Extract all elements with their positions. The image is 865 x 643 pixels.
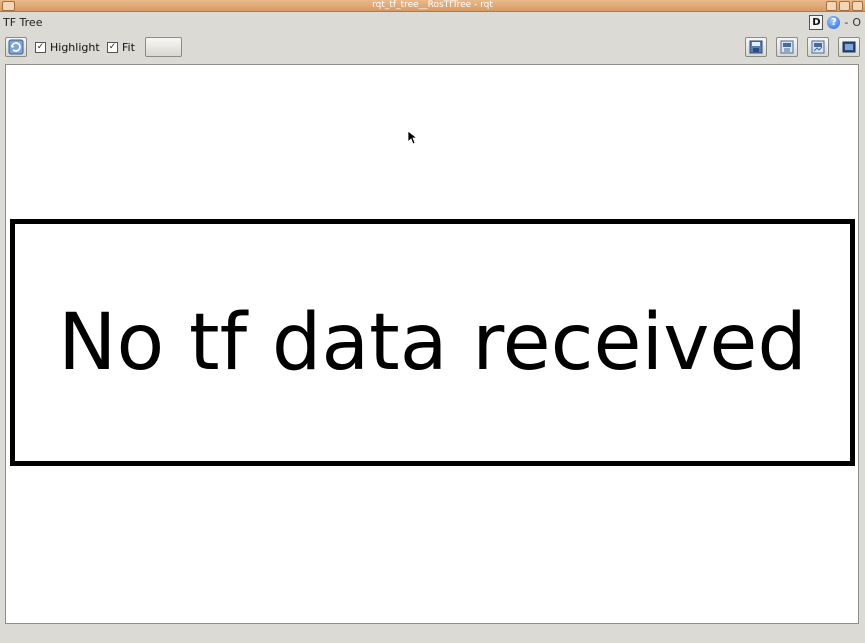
maximize-button[interactable] — [839, 1, 850, 11]
save-icon — [749, 40, 763, 54]
fit-label: Fit — [122, 41, 135, 54]
save-as-icon — [780, 40, 794, 54]
plugin-header: TF Tree D ? - O — [0, 12, 865, 34]
plugin-title: TF Tree — [3, 16, 43, 29]
window-titlebar: rqt_tf_tree__RosTfTree - rqt — [0, 0, 865, 12]
mouse-cursor-icon — [408, 131, 418, 145]
close-button[interactable] — [852, 1, 863, 11]
save-image-icon — [811, 40, 825, 54]
fit-view-icon — [842, 41, 856, 53]
window-menu-button[interactable] — [2, 1, 15, 11]
empty-toolbar-button[interactable] — [145, 37, 182, 57]
window-controls — [826, 1, 863, 11]
no-data-message-box: No tf data received — [10, 219, 855, 466]
highlight-checkbox[interactable]: ✓ Highlight — [35, 41, 100, 54]
no-data-message: No tf data received — [58, 297, 807, 388]
fit-checkbox[interactable]: ✓ Fit — [107, 41, 135, 54]
highlight-label: Highlight — [50, 41, 100, 54]
window-title: rqt_tf_tree__RosTfTree - rqt — [372, 0, 493, 10]
refresh-icon — [8, 39, 24, 55]
save-svg-button[interactable] — [776, 37, 798, 57]
status-bar — [0, 626, 865, 643]
fit-check-mark[interactable]: ✓ — [107, 42, 118, 53]
dock-button[interactable]: D — [809, 15, 824, 30]
minimize-button[interactable] — [826, 1, 837, 11]
help-icon[interactable]: ? — [827, 16, 841, 29]
save-dot-button[interactable] — [745, 37, 767, 57]
refresh-button[interactable] — [5, 37, 27, 57]
minimize-plugin-button[interactable]: - — [844, 16, 848, 29]
toolbar: ✓ Highlight ✓ Fit — [0, 35, 865, 61]
save-image-button[interactable] — [807, 37, 829, 57]
fit-in-view-button[interactable] — [838, 37, 860, 57]
highlight-check-mark[interactable]: ✓ — [35, 42, 46, 53]
graph-canvas[interactable]: No tf data received — [5, 64, 859, 624]
close-plugin-button[interactable]: O — [852, 16, 861, 29]
plugin-controls: D ? - O — [809, 15, 861, 30]
